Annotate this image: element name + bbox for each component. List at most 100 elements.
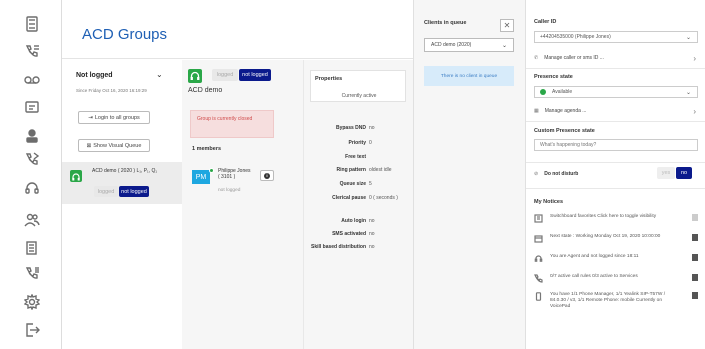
call-rules-icon: [534, 274, 543, 283]
forward-rules-icon[interactable]: [24, 152, 40, 168]
notice-text: You have 1/1 Phone Manager, 1/1 Yealink …: [550, 292, 666, 309]
trash-icon[interactable]: [692, 292, 698, 299]
divider: [526, 162, 705, 163]
queue-select-value: ACD demo (2020): [431, 42, 472, 48]
user-settings-panel: Caller ID +44204535000 (Philippe Jones) …: [525, 0, 705, 349]
chat-icon[interactable]: [24, 100, 40, 116]
property-row: Bypass DND no: [304, 125, 414, 131]
notice-text: Switchboard favorites Click here to togg…: [550, 214, 657, 219]
notice-text: Next state : Working Monday Oct 19, 2020…: [550, 234, 661, 239]
property-key: Ring pattern: [336, 167, 366, 173]
caller-id-value: +44204535000 (Philippe Jones): [540, 34, 611, 40]
notice-text: 0/7 active call rules 0/3 active to Serv…: [550, 274, 638, 279]
show-visual-queue-button[interactable]: ⊠ Show Visual Queue: [78, 139, 150, 152]
group-closed-alert: Group is currently closed: [190, 110, 274, 138]
logged-toggle[interactable]: logged: [212, 69, 238, 81]
property-row: Free text: [304, 154, 414, 160]
login-icon: ⇥: [88, 114, 93, 121]
group-name: ACD demo ( 2020 ) L₁, P₁, Q₁: [92, 168, 158, 174]
user-profile-icon[interactable]: [24, 128, 40, 144]
dnd-label: Do not disturb: [544, 171, 579, 177]
divider: [526, 121, 705, 122]
chevron-down-icon: ⌄: [685, 89, 691, 96]
available-status-dot: [540, 89, 546, 95]
headset-icon[interactable]: [24, 180, 40, 196]
property-key: Queue size: [339, 181, 366, 187]
property-value: no: [369, 218, 375, 224]
manage-agenda-link[interactable]: ▦ Manage agenda ... ›: [534, 106, 698, 116]
status-since: Since Friday Oct 16, 2020 16:19:29: [76, 88, 147, 93]
phone-icon: [534, 292, 543, 301]
queue-title: Clients in queue: [424, 20, 467, 26]
headset-icon: [534, 254, 543, 263]
property-value: no: [369, 231, 375, 237]
trash-icon[interactable]: [692, 274, 698, 281]
custom-presence-input[interactable]: [534, 139, 698, 151]
show-visual-queue-label: Show Visual Queue: [93, 142, 142, 149]
member-status: not logged: [218, 188, 241, 193]
voicemail-icon[interactable]: [24, 72, 40, 88]
group-not-logged-toggle[interactable]: not logged: [119, 186, 149, 197]
properties-card: Properties Currently active: [310, 70, 406, 102]
property-key: Free text: [345, 154, 366, 160]
manage-caller-link[interactable]: ✆ Manage caller or sms ID ... ›: [534, 53, 698, 63]
headset-icon: [70, 170, 82, 182]
not-logged-toggle[interactable]: not logged: [239, 69, 271, 81]
manage-agenda-label: Manage agenda ...: [544, 108, 587, 114]
group-list-item[interactable]: ACD demo ( 2020 ) L₁, P₁, Q₁ logged not …: [62, 162, 182, 204]
trash-icon[interactable]: [692, 254, 698, 261]
property-row: Priority 0: [304, 140, 414, 146]
notices-title: My Notices: [534, 199, 564, 205]
caller-id-select[interactable]: +44204535000 (Philippe Jones) ⌄: [534, 31, 698, 43]
chevron-right-icon: ›: [693, 53, 696, 63]
avatar-initials: PM: [195, 173, 207, 181]
directory-icon[interactable]: [24, 240, 40, 256]
headset-icon: [188, 69, 202, 83]
property-row: Auto login no: [304, 218, 414, 224]
group-detail-column: logged not logged ACD demo Group is curr…: [182, 60, 303, 349]
notice-text: You are Agent and not logged since 18:11: [550, 254, 639, 259]
queue-group-select[interactable]: ACD demo (2020) ⌄: [424, 38, 514, 52]
property-key: SMS activated: [332, 231, 366, 237]
manage-caller-label: Manage caller or sms ID ...: [544, 55, 604, 61]
custom-presence-title: Custom Presence state: [534, 128, 595, 134]
call-log-icon[interactable]: [24, 266, 40, 282]
chevron-right-icon: ›: [693, 106, 696, 116]
group-logged-toggle[interactable]: logged: [94, 186, 118, 197]
logout-icon[interactable]: [24, 322, 40, 338]
groups-column: Not logged ⌄ Since Friday Oct 16, 2020 1…: [62, 60, 182, 349]
property-row: SMS activated no: [304, 231, 414, 237]
login-status-label: Not logged: [76, 72, 113, 79]
close-icon: ✕: [503, 21, 511, 30]
property-value: no: [369, 244, 375, 250]
avatar: PM: [192, 170, 210, 184]
dnd-icon: ⊘: [534, 171, 539, 177]
dnd-no-toggle[interactable]: no: [676, 167, 692, 179]
members-count: 1 members: [192, 146, 222, 152]
switchboard-icon[interactable]: [24, 16, 40, 32]
phone-settings-icon: ✆: [534, 55, 539, 61]
dnd-yes-toggle[interactable]: yes: [657, 167, 675, 179]
property-value: 0 ( seconds ): [369, 195, 398, 201]
trash-icon[interactable]: [692, 234, 698, 241]
settings-icon[interactable]: [23, 293, 41, 311]
close-button[interactable]: ✕: [500, 19, 514, 32]
member-info-button[interactable]: i: [260, 170, 274, 181]
clients-queue-panel: Clients in queue ✕ ACD demo (2020) ⌄ The…: [413, 0, 525, 349]
header-divider: [62, 58, 413, 59]
member-name: Philippe Jones ( 3101 ): [218, 168, 251, 180]
login-all-groups-label: Login to all groups: [94, 114, 140, 121]
chevron-down-icon[interactable]: ⌄: [156, 70, 163, 79]
property-row: Clerical pause 0 ( seconds ): [304, 195, 414, 202]
property-key: Clerical pause: [332, 195, 366, 201]
property-value: no: [369, 125, 375, 131]
phone-list-icon[interactable]: [24, 44, 40, 60]
chevron-down-icon: ⌄: [501, 42, 507, 49]
login-all-groups-button[interactable]: ⇥ Login to all groups: [78, 111, 150, 124]
presence-select[interactable]: Available ⌄: [534, 86, 698, 98]
property-value: 0: [369, 140, 372, 146]
contacts-icon[interactable]: [24, 212, 40, 228]
trash-icon[interactable]: [692, 214, 698, 221]
favorites-icon: [534, 214, 543, 223]
presence-title: Presence state: [534, 74, 573, 80]
